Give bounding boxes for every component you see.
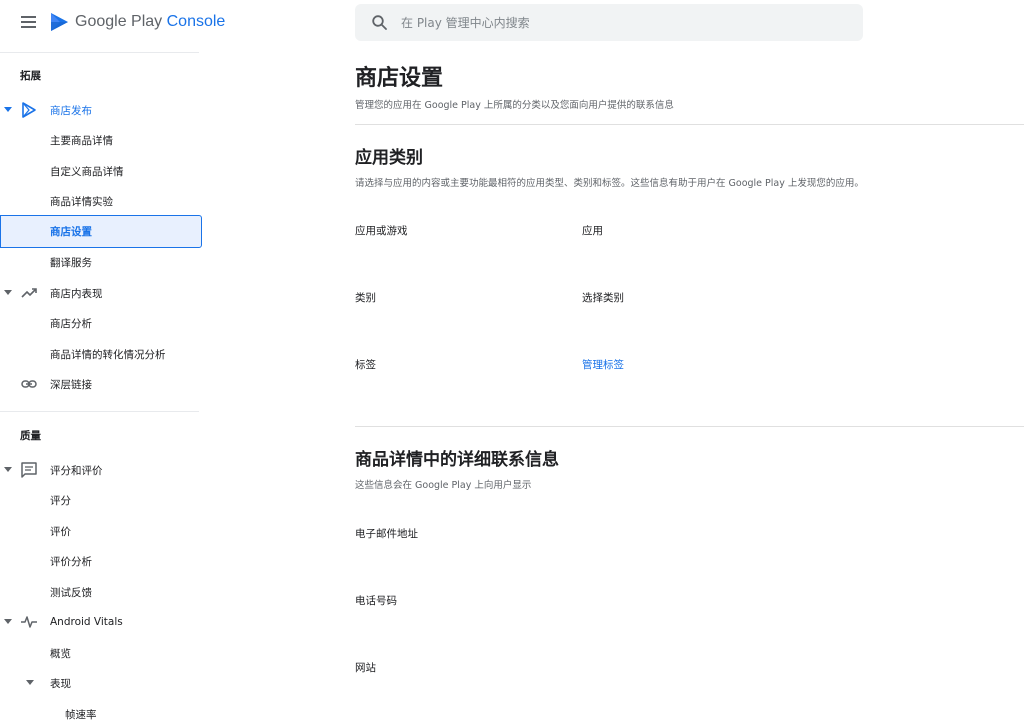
sidebar-item-store-performance[interactable]: 商店内表现 [0, 278, 200, 308]
sidebar-item-translation-service[interactable]: 翻译服务 [0, 247, 200, 277]
search-bar[interactable] [355, 4, 863, 41]
section-divider [355, 124, 1024, 125]
play-outline-icon [22, 102, 36, 118]
caret-down-icon [4, 107, 12, 112]
category-value: 选择类别 [582, 292, 624, 304]
search-input[interactable] [401, 4, 841, 41]
sidebar-item-review-analysis[interactable]: 评价分析 [0, 546, 200, 576]
sidebar-item-conversion-analysis[interactable]: 商品详情的转化情况分析 [0, 339, 200, 369]
phone-number-label: 电话号码 [355, 595, 397, 607]
app-or-game-label: 应用或游戏 [355, 225, 408, 237]
link-icon [21, 380, 37, 388]
app-category-description: 请选择与应用的内容或主要功能最相符的应用类型、类别和标签。这些信息有助于用户在 … [355, 178, 864, 189]
section-title-quality: 质量 [20, 430, 41, 442]
search-icon [372, 15, 387, 30]
page-subtitle: 管理您的应用在 Google Play 上所属的分类以及您面向用户提供的联系信息 [355, 100, 674, 111]
section-title-grow: 拓展 [20, 70, 41, 82]
caret-down-icon [4, 467, 12, 472]
contact-details-heading: 商品详情中的详细联系信息 [355, 450, 559, 470]
trending-up-icon [21, 288, 37, 298]
vitals-pulse-icon [21, 616, 37, 628]
app-category-heading: 应用类别 [355, 148, 423, 168]
play-console-logo-icon [51, 13, 68, 31]
sidebar-item-testing-feedback[interactable]: 测试反馈 [0, 577, 200, 607]
page-title: 商店设置 [355, 66, 444, 91]
sidebar-item-ratings[interactable]: 评分 [0, 485, 200, 515]
email-address-label: 电子邮件地址 [355, 528, 418, 540]
sidebar-item-reviews[interactable]: 评价 [0, 516, 200, 546]
sidebar-item-store-presence[interactable]: 商店发布 [0, 95, 200, 125]
caret-down-icon [4, 619, 12, 624]
sidebar-item-store-settings[interactable]: 商店设置 [0, 215, 202, 248]
sidebar-item-store-analysis[interactable]: 商店分析 [0, 308, 200, 338]
sidebar-divider [0, 52, 199, 53]
app-or-game-value: 应用 [582, 225, 603, 237]
sidebar-item-frame-rate[interactable]: 帧速率 [0, 699, 200, 728]
contact-details-description: 这些信息会在 Google Play 上向用户显示 [355, 480, 532, 491]
caret-down-icon [4, 290, 12, 295]
menu-icon[interactable] [18, 11, 40, 33]
caret-down-icon [26, 680, 34, 685]
sidebar-item-custom-listing[interactable]: 自定义商品详情 [0, 156, 200, 186]
brand-name: Google Play Console [75, 13, 226, 30]
sidebar-item-performance[interactable]: 表现 [0, 668, 200, 698]
sidebar-divider [0, 411, 199, 412]
review-comment-icon [21, 462, 37, 478]
top-bar: Google Play Console [0, 0, 1024, 46]
category-label: 类别 [355, 292, 376, 304]
tags-label: 标签 [355, 359, 376, 371]
sidebar-item-listing-experiments[interactable]: 商品详情实验 [0, 186, 200, 216]
sidebar-item-ratings-reviews[interactable]: 评分和评价 [0, 455, 200, 485]
sidebar-nav: 拓展 商店发布 主要商品详情 自定义商品详情 商品详情实验 商店设置 翻译服务 … [0, 52, 202, 728]
brand-logo-link[interactable]: Google Play Console [48, 10, 225, 34]
sidebar-item-android-vitals[interactable]: Android Vitals [0, 607, 200, 637]
section-divider [355, 426, 1024, 427]
manage-tags-link[interactable]: 管理标签 [582, 357, 624, 372]
sidebar-item-overview[interactable]: 概览 [0, 638, 200, 668]
website-label: 网站 [355, 662, 376, 674]
main-content: 商店设置 管理您的应用在 Google Play 上所属的分类以及您面向用户提供… [355, 52, 1024, 728]
sidebar-item-main-listing[interactable]: 主要商品详情 [0, 125, 200, 155]
sidebar-item-deep-links[interactable]: 深层链接 [0, 369, 200, 399]
